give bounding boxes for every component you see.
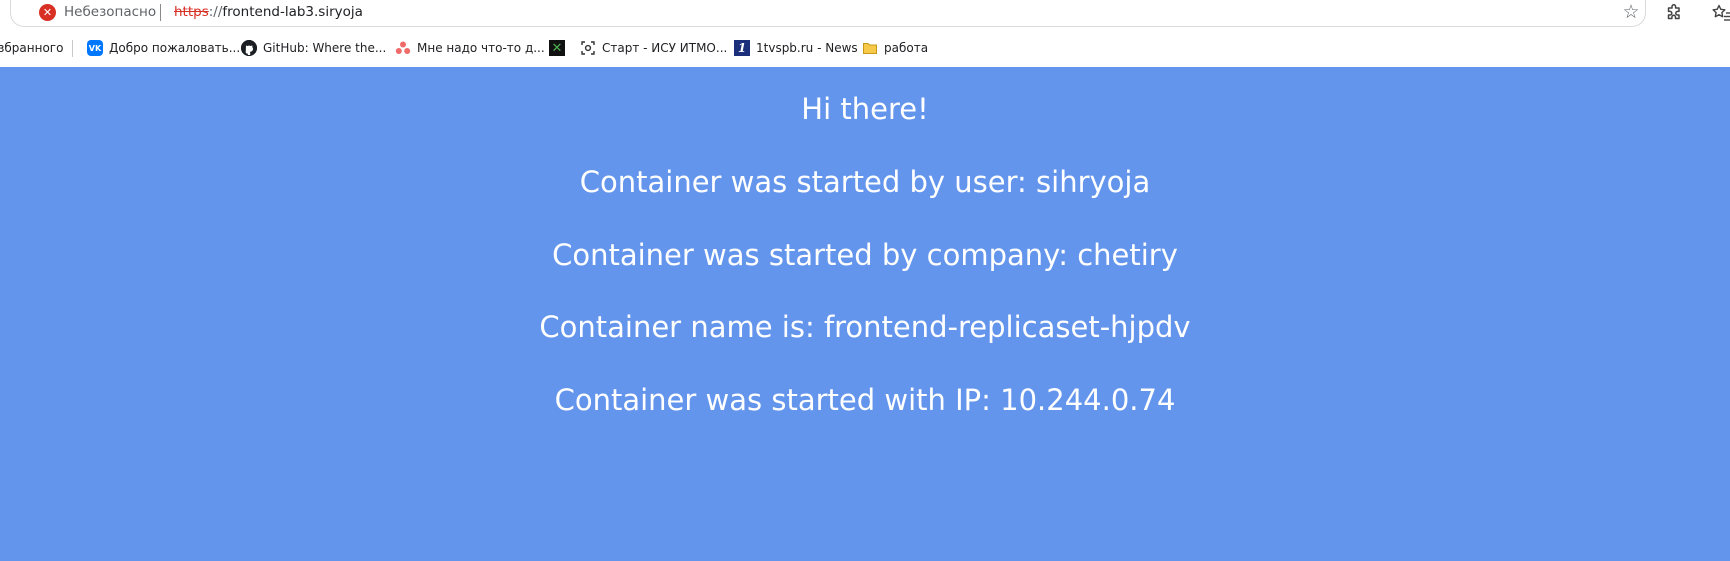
address-bar[interactable]: ✕ Небезопасно https://frontend-lab3.siry…	[10, 0, 1646, 27]
bookmark-label: Старт - ИСУ ИТМО...	[602, 41, 728, 55]
container-name-text: Container name is: frontend-replicaset-h…	[539, 310, 1191, 344]
bookmark-label: Добро пожаловать...	[109, 41, 241, 55]
bookmark-label: Мне надо что-то д...	[417, 41, 545, 55]
bookmark-favorites[interactable]: збранного	[0, 38, 63, 58]
bookmark-label: 1tvspb.ru - News	[756, 41, 858, 55]
page-content: Hi there! Container was started by user:…	[0, 67, 1730, 561]
bookmark-asana[interactable]: Мне надо что-то д...	[395, 38, 545, 58]
bookmark-star-icon[interactable]: ☆	[1621, 2, 1641, 22]
url-separator: ://	[208, 4, 223, 20]
bookmarks-divider	[72, 40, 73, 57]
container-company-text: Container was started by company: chetir…	[552, 238, 1178, 272]
url-divider	[160, 4, 161, 21]
security-label[interactable]: Небезопасно	[64, 4, 156, 20]
not-secure-icon[interactable]: ✕	[39, 4, 56, 21]
itmo-icon	[580, 40, 596, 56]
container-ip-text: Container was started with IP: 10.244.0.…	[554, 383, 1176, 417]
extensions-icon[interactable]	[1664, 3, 1684, 23]
bookmark-vk[interactable]: VK Добро пожаловать...	[87, 38, 240, 58]
url-text[interactable]: https://frontend-lab3.siryoja	[174, 4, 363, 20]
bookmark-1tvspb[interactable]: 1 1tvspb.ru - News	[734, 38, 858, 58]
bookmark-label: збранного	[0, 41, 64, 55]
folder-icon	[862, 40, 878, 56]
vk-icon: VK	[87, 40, 103, 56]
favorites-list-icon[interactable]	[1711, 3, 1730, 23]
greeting-heading: Hi there!	[801, 92, 929, 126]
1tv-icon: 1	[734, 40, 750, 56]
x-icon: ✕	[549, 40, 565, 56]
bookmark-folder-rabota[interactable]: работа	[862, 38, 928, 58]
url-host: frontend-lab3.siryoja	[222, 4, 363, 20]
container-user-text: Container was started by user: sihryoja	[579, 165, 1151, 199]
bookmark-x[interactable]: ✕	[549, 38, 571, 58]
browser-toolbar: ✕ Небезопасно https://frontend-lab3.siry…	[0, 0, 1730, 28]
bookmark-label: GitHub: Where the...	[263, 41, 387, 55]
github-icon	[241, 40, 257, 56]
bookmark-itmo[interactable]: Старт - ИСУ ИТМО...	[580, 38, 727, 58]
url-scheme: https	[174, 4, 209, 20]
bookmarks-bar: збранного VK Добро пожаловать... GitHub:…	[0, 34, 1730, 62]
asana-icon	[395, 40, 411, 56]
bookmark-label: работа	[884, 41, 929, 55]
bookmark-github[interactable]: GitHub: Where the...	[241, 38, 386, 58]
